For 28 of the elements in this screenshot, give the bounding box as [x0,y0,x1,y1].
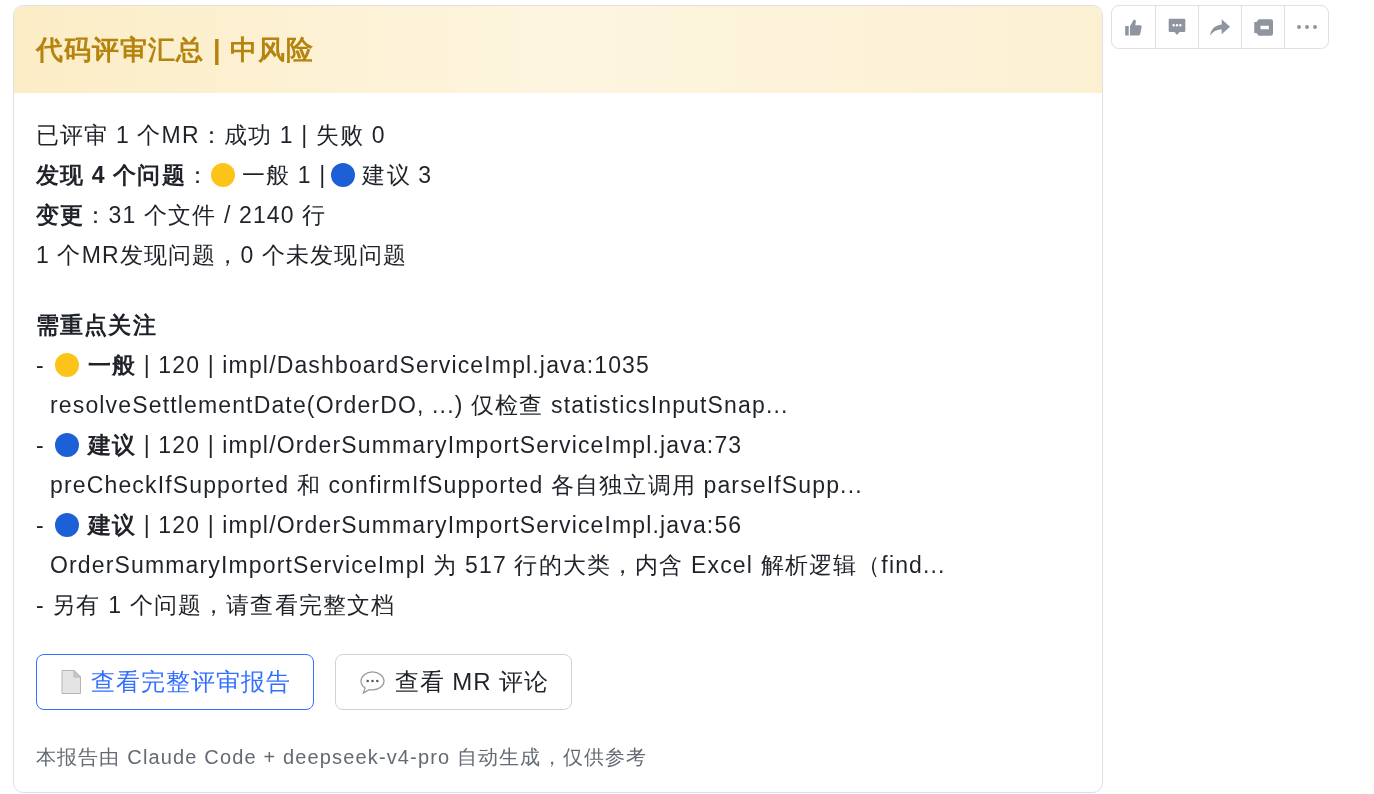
footer-note: 本报告由 Claude Code + deepseek-v4-pro 自动生成，仅供参考 [36,745,648,770]
section-heading: 需重点关注 [36,311,157,340]
document-icon [61,670,81,694]
card-title: 代码评审汇总 | 中风险 [36,33,315,67]
summary-text: 1 个MR发现问题，0 个未发现问题 [36,241,407,270]
issue-detail: preCheckIfSupported 和 confirmIfSupported 各自独立调用 parseIfSupp... [50,471,863,500]
count-text: 一般 1 | [241,161,327,190]
issue-heading: 建议 | 120 | impl/OrderSummaryImportServiceImpl.java:56 [87,511,743,540]
action-button[interactable]: 查看完整评审报告 [36,654,314,710]
summary-text: 发现 4 个问题： [36,161,210,190]
list-dash: - [36,431,45,460]
count-text: 建议 3 [362,161,433,190]
more-issues-text: - 另有 1 个问题，请查看完整文档 [36,591,396,620]
forward-arrow-icon [1210,18,1230,36]
issue-heading: 一般 | 120 | impl/DashboardServiceImpl.java:1035 [87,351,650,380]
summary-text: 变更：31 个文件 / 2140 行 [36,201,327,230]
issue-detail: resolveSettlementDate(OrderDO, ...) 仅检查 statisticsInputSnap... [50,391,789,420]
speech-bubble-icon [359,670,385,694]
issue-detail: OrderSummaryImportServiceImpl 为 517 行的大类，内含 Excel 解析逻辑（find... [50,551,946,580]
thumbs-up-icon [1124,17,1143,37]
chat-bubble-icon [1167,17,1187,37]
issue-heading: 建议 | 120 | impl/OrderSummaryImportServiceImpl.java:73 [87,431,743,460]
list-dash: - [36,511,45,540]
action-button[interactable]: 查看 MR 评论 [334,654,573,710]
label-icon [1253,18,1273,36]
list-dash: - [36,351,45,380]
more-icon [1296,25,1317,29]
summary-text: 已评审 1 个MR：成功 1 | 失败 0 [36,121,386,150]
